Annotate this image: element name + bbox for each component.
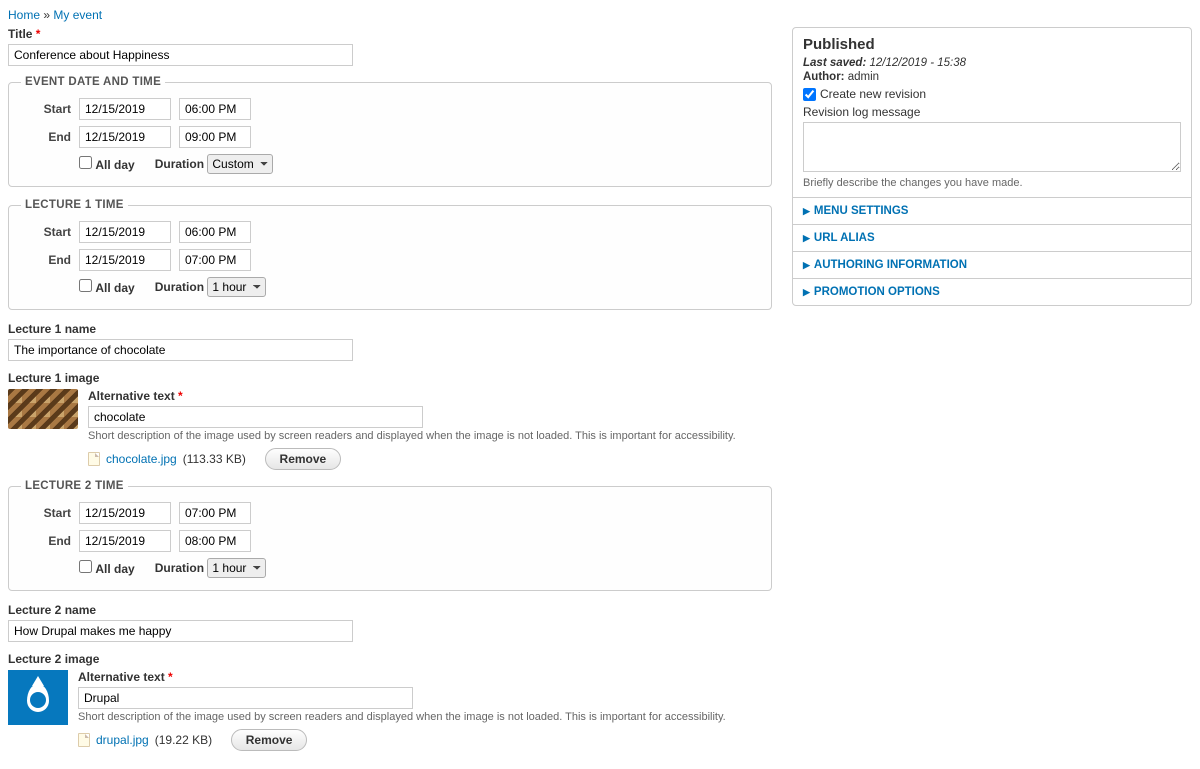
breadcrumb-home[interactable]: Home (8, 8, 40, 22)
lec1-end-time[interactable] (179, 249, 251, 271)
lec2-allday-checkbox[interactable] (79, 560, 92, 573)
lec2-name-input[interactable] (8, 620, 353, 642)
authoring-info-toggle[interactable]: ▶AUTHORING INFORMATION (803, 259, 1181, 271)
event-duration-label: Duration (155, 157, 204, 171)
event-end-date[interactable] (79, 126, 171, 148)
lec2-start-time[interactable] (179, 502, 251, 524)
lec1-alt-input[interactable] (88, 406, 423, 428)
lec2-file-size: (19.22 KB) (155, 733, 212, 747)
lec1-name-input[interactable] (8, 339, 353, 361)
lec2-file-link[interactable]: drupal.jpg (96, 733, 149, 747)
event-start-date[interactable] (79, 98, 171, 120)
event-datetime-fieldset: EVENT DATE AND TIME Start End All day Du… (8, 76, 772, 187)
event-datetime-legend: EVENT DATE AND TIME (21, 76, 165, 88)
lec2-start-date[interactable] (79, 502, 171, 524)
lec1-file-link[interactable]: chocolate.jpg (106, 452, 177, 466)
published-heading: Published (803, 36, 1181, 53)
menu-settings-toggle[interactable]: ▶MENU SETTINGS (803, 205, 1181, 217)
lec2-duration-select[interactable]: 1 hour (207, 558, 266, 578)
lec1-allday-checkbox[interactable] (79, 279, 92, 292)
event-allday-label: All day (95, 158, 134, 172)
create-revision-label: Create new revision (820, 87, 926, 101)
lec1-duration-select[interactable]: 1 hour (207, 277, 266, 297)
event-start-time[interactable] (179, 98, 251, 120)
end-label: End (21, 130, 71, 144)
lecture1-time-fieldset: LECTURE 1 TIME Start End All day Duratio… (8, 199, 772, 310)
lec2-end-time[interactable] (179, 530, 251, 552)
event-allday-checkbox[interactable] (79, 156, 92, 169)
lecture1-time-legend: LECTURE 1 TIME (21, 199, 128, 211)
title-input[interactable] (8, 44, 353, 66)
event-duration-select[interactable]: Custom (207, 154, 273, 174)
url-alias-toggle[interactable]: ▶URL ALIAS (803, 232, 1181, 244)
lec1-start-time[interactable] (179, 221, 251, 243)
lec2-end-date[interactable] (79, 530, 171, 552)
promotion-options-toggle[interactable]: ▶PROMOTION OPTIONS (803, 286, 1181, 298)
lec2-alt-input[interactable] (78, 687, 413, 709)
lec1-alt-label: Alternative text * (88, 389, 772, 403)
meta-box: Published Last saved: 12/12/2019 - 15:38… (792, 27, 1192, 306)
last-saved-label: Last saved: (803, 57, 866, 69)
lec1-end-date[interactable] (79, 249, 171, 271)
lec1-image-thumbnail (8, 389, 78, 429)
lec1-remove-button[interactable]: Remove (265, 448, 342, 470)
lecture2-time-legend: LECTURE 2 TIME (21, 480, 128, 492)
chevron-right-icon: ▶ (803, 260, 810, 271)
author-label: Author: (803, 71, 845, 83)
revision-log-label: Revision log message (803, 105, 920, 119)
breadcrumb: Home » My event (8, 8, 1192, 22)
create-revision-checkbox[interactable] (803, 88, 816, 101)
breadcrumb-current[interactable]: My event (53, 8, 102, 22)
file-icon (88, 452, 100, 466)
chevron-right-icon: ▶ (803, 287, 810, 298)
last-saved-value: 12/12/2019 - 15:38 (869, 57, 966, 69)
file-icon (78, 733, 90, 747)
lec1-file-size: (113.33 KB) (183, 452, 246, 466)
revision-log-help: Briefly describe the changes you have ma… (803, 177, 1181, 189)
lec2-alt-label: Alternative text * (78, 670, 772, 684)
lecture2-time-fieldset: LECTURE 2 TIME Start End All day Duratio… (8, 480, 772, 591)
breadcrumb-sep: » (43, 8, 50, 22)
title-field: Title * (8, 27, 772, 66)
revision-log-textarea[interactable] (803, 122, 1181, 172)
title-label: Title * (8, 27, 772, 41)
lec2-image-thumbnail (8, 670, 68, 725)
author-value: admin (848, 71, 879, 83)
lec1-alt-help: Short description of the image used by s… (88, 430, 772, 442)
lec1-name-label: Lecture 1 name (8, 322, 772, 336)
lec1-start-date[interactable] (79, 221, 171, 243)
lec2-name-label: Lecture 2 name (8, 603, 772, 617)
lec2-image-label: Lecture 2 image (8, 652, 772, 666)
lec2-remove-button[interactable]: Remove (231, 729, 308, 751)
event-end-time[interactable] (179, 126, 251, 148)
start-label: Start (21, 102, 71, 116)
lec1-image-label: Lecture 1 image (8, 371, 772, 385)
chevron-right-icon: ▶ (803, 233, 810, 244)
chevron-right-icon: ▶ (803, 206, 810, 217)
lec2-alt-help: Short description of the image used by s… (78, 711, 772, 723)
